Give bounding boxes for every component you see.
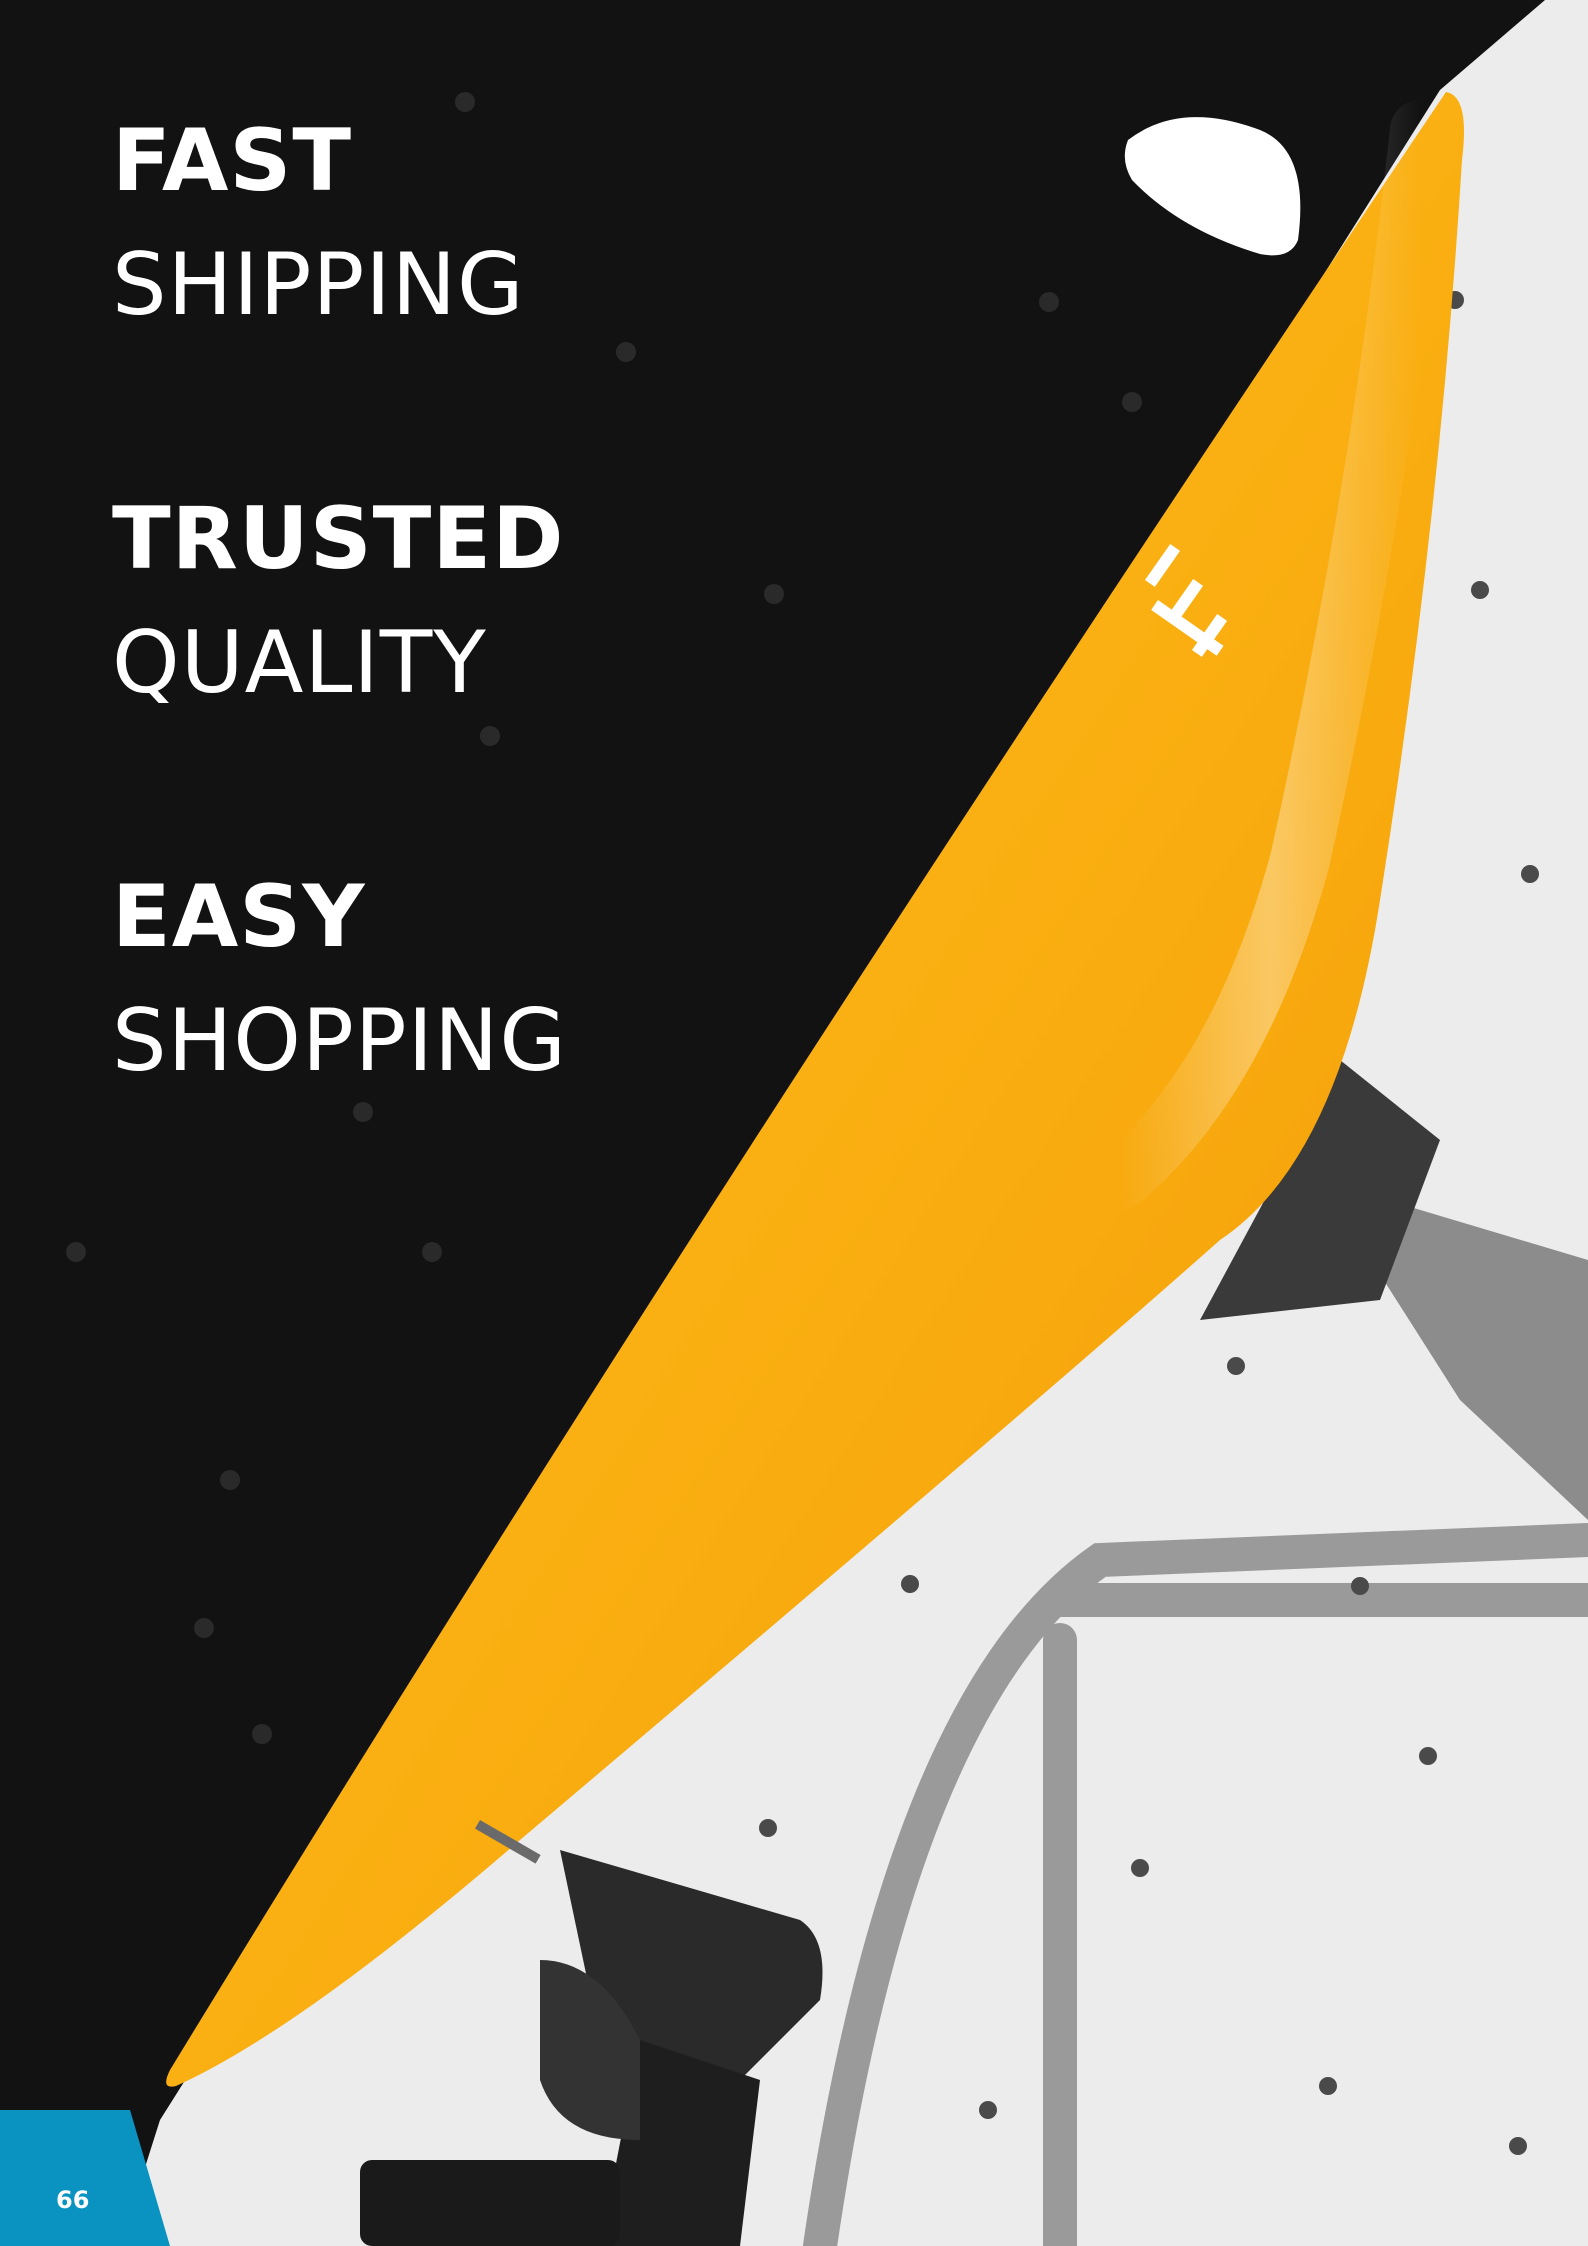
headline-trusted-quality: TRUSTED QUALITY [112,496,564,724]
headline-easy-shopping: EASY SHOPPING [112,874,567,1102]
headline-bold: FAST [112,111,353,211]
headline-light: QUALITY [112,613,487,713]
headline-bold: TRUSTED [112,489,565,589]
headline-bold: EASY [112,867,366,967]
headline-light: SHOPPING [112,991,568,1091]
headline-fast-shipping: FAST SHIPPING [112,118,525,346]
page-number: 66 [56,2186,90,2214]
headline-light: SHIPPING [112,235,525,335]
